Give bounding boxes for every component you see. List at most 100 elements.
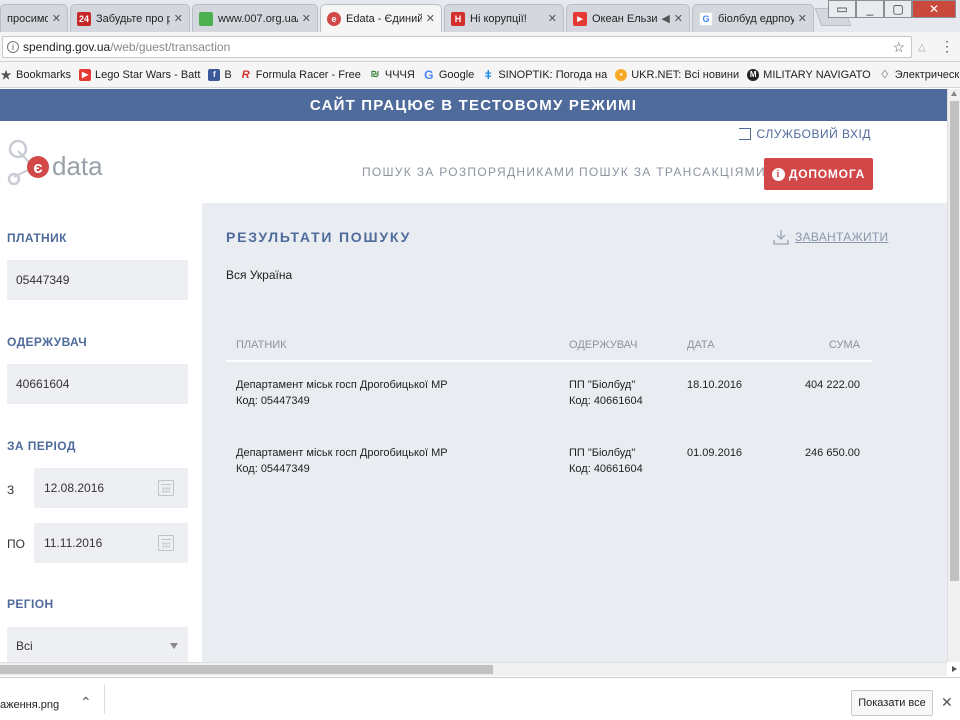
- recipient-code: Код: 40661604: [569, 463, 643, 475]
- thermometer-icon: ǂ: [484, 67, 492, 82]
- close-icon[interactable]: ✕: [548, 12, 557, 25]
- nav-search-by-managers[interactable]: ПОШУК ЗА РОЗПОРЯДНИКАМИ: [362, 165, 575, 179]
- bookmark-item[interactable]: ★ Bookmarks: [0, 68, 71, 82]
- vertical-scrollbar[interactable]: [947, 89, 960, 662]
- youtube-icon: ▶: [573, 11, 587, 26]
- horizontal-scrollbar[interactable]: [0, 662, 957, 676]
- tab-0[interactable]: просимо р ✕: [0, 4, 68, 32]
- from-date-value: 12.08.2016: [44, 481, 105, 495]
- extension-icon[interactable]: △: [918, 42, 926, 53]
- tab-3-active[interactable]: e Edata - Єдиний ве ✕: [320, 4, 442, 32]
- recipient-code: Код: 40661604: [569, 395, 643, 407]
- service-login-link[interactable]: СЛУЖБОВИЙ ВХІД: [738, 127, 871, 141]
- tab-1[interactable]: 24 Забудьте про різк ✕: [70, 4, 190, 32]
- menu-icon[interactable]: ⋮: [940, 38, 954, 55]
- calendar-icon[interactable]: [158, 535, 174, 551]
- main-content: ПЛАТНИК 05447349 ОДЕРЖУВАЧ 40661604 ЗА П…: [0, 203, 947, 662]
- site-icon: ₪: [370, 69, 380, 80]
- close-icon[interactable]: ✕: [52, 12, 61, 25]
- bookmark-label: Google: [438, 68, 475, 81]
- recipient-name: ПП "Біолбуд": [569, 379, 636, 391]
- close-icon[interactable]: ✕: [674, 12, 683, 25]
- bookmark-label: ЧЧЧЯ: [384, 68, 415, 81]
- user-icon[interactable]: ▭: [828, 0, 856, 18]
- youtube-icon: ▶: [79, 68, 92, 81]
- url-host: spending.gov.ua: [23, 40, 111, 54]
- window-close-icon[interactable]: ✕: [912, 0, 956, 18]
- scroll-thumb[interactable]: [950, 101, 959, 581]
- bookmark-item[interactable]: ▶ Lego Star Wars - Batt: [79, 68, 200, 81]
- filter-sidebar: ПЛАТНИК 05447349 ОДЕРЖУВАЧ 40661604 ЗА П…: [0, 203, 202, 662]
- sum-cell: 246 650.00: [804, 447, 860, 459]
- table-row[interactable]: Департамент міськ госп Дрогобицької МР К…: [226, 362, 872, 430]
- favicon-h-icon: H: [451, 11, 465, 26]
- close-icon[interactable]: ✕: [798, 12, 807, 25]
- bookmarks-bar: ★ Bookmarks ▶ Lego Star Wars - Batt fB R Fo…: [0, 62, 960, 88]
- downloaded-file[interactable]: аження.png: [0, 699, 59, 711]
- bookmark-item[interactable]: G Google: [423, 68, 475, 82]
- url-input[interactable]: i spending.gov.ua/web/guest/transaction …: [2, 36, 912, 58]
- tooth-icon: ♢: [879, 69, 890, 81]
- recipient-name: ПП "Біолбуд": [569, 447, 636, 459]
- scroll-up-icon[interactable]: [951, 91, 957, 96]
- show-all-button[interactable]: Показати все: [851, 690, 933, 716]
- info-icon: i: [771, 167, 785, 181]
- close-icon[interactable]: ✕: [174, 12, 183, 25]
- bookmark-item[interactable]: fB: [208, 68, 232, 81]
- from-date-input[interactable]: 12.08.2016: [34, 468, 188, 508]
- col-date[interactable]: ДАТА: [687, 339, 715, 351]
- close-icon[interactable]: ✕: [941, 694, 953, 711]
- bookmark-item[interactable]: R Formula Racer - Free: [240, 69, 361, 81]
- info-icon[interactable]: i: [7, 41, 19, 53]
- bookmark-label: Электрические: [894, 68, 960, 81]
- to-date-input[interactable]: 11.11.2016: [34, 523, 188, 563]
- payer-name: Департамент міськ госп Дрогобицької МР: [236, 447, 448, 459]
- nav-search-by-transactions[interactable]: ПОШУК ЗА ТРАНСАКЦІЯМИ: [579, 165, 766, 179]
- tab-5[interactable]: ▶ Океан Ельзи - Н ◀ ✕: [566, 4, 690, 32]
- bookmark-item[interactable]: ǂ SINOPTIK: Погода на: [482, 67, 608, 82]
- region-select[interactable]: Всі: [7, 627, 188, 662]
- bookmark-item[interactable]: • UKR.NET: Всі новини: [615, 68, 739, 81]
- help-label: ДОПОМОГА: [788, 167, 866, 181]
- bookmark-item[interactable]: ♢ Электрические: [879, 68, 960, 82]
- scroll-thumb[interactable]: [0, 665, 493, 674]
- game-icon: R: [241, 68, 250, 81]
- address-bar: i spending.gov.ua/web/guest/transaction …: [0, 32, 960, 62]
- logo-text: data: [52, 151, 103, 181]
- test-mode-banner: САЙТ ПРАЦЮЄ В ТЕСТОВОМУ РЕЖИМІ: [0, 89, 947, 121]
- sum-cell: 404 222.00: [804, 379, 860, 391]
- scroll-right-icon[interactable]: [952, 666, 957, 672]
- tab-title: Ні корупції!: [470, 12, 527, 25]
- download-link[interactable]: ЗАВАНТАЖИТИ: [773, 229, 888, 245]
- col-sum[interactable]: СУМА: [829, 339, 860, 351]
- help-button[interactable]: i ДОПОМОГА: [764, 158, 873, 190]
- col-payer[interactable]: ПЛАТНИК: [236, 339, 287, 351]
- bookmark-item[interactable]: M MILITARY NAVIGATO: [747, 68, 871, 81]
- payer-cell: Департамент міськ госп Дрогобицької МР К…: [236, 377, 448, 409]
- bookmark-label: MILITARY NAVIGATO: [763, 68, 871, 81]
- payer-input[interactable]: 05447349: [7, 260, 188, 300]
- close-icon[interactable]: ✕: [426, 12, 435, 25]
- table-row[interactable]: Департамент міськ госп Дрогобицької МР К…: [226, 430, 872, 498]
- calendar-icon[interactable]: [158, 480, 174, 496]
- payer-name: Департамент міськ госп Дрогобицької МР: [236, 379, 448, 391]
- favicon-grid-icon: [199, 11, 213, 26]
- tab-4[interactable]: H Ні корупції! ✕: [444, 4, 564, 32]
- download-label: ЗАВАНТАЖИТИ: [795, 230, 889, 244]
- web-page: САЙТ ПРАЦЮЄ В ТЕСТОВОМУ РЕЖИМІ є data СЛ…: [0, 89, 947, 662]
- bookmark-star-icon[interactable]: ☆: [892, 39, 905, 56]
- maximize-icon[interactable]: ▢: [884, 0, 912, 18]
- date-cell: 18.10.2016: [687, 379, 743, 391]
- table-header: ПЛАТНИК ОДЕРЖУВАЧ ДАТА СУМА: [226, 329, 872, 362]
- minimize-icon[interactable]: _: [856, 0, 884, 18]
- bookmark-item[interactable]: ₪ ЧЧЧЯ: [369, 68, 415, 81]
- to-date-value: 11.11.2016: [44, 536, 103, 550]
- close-icon[interactable]: ✕: [302, 12, 311, 25]
- tab-2[interactable]: www.007.org.ua/se ✕: [192, 4, 318, 32]
- bookmark-label: SINOPTIK: Погода на: [498, 68, 608, 81]
- recipient-input[interactable]: 40661604: [7, 364, 188, 404]
- tab-6[interactable]: G біолбуд едрпоу - Г ✕: [692, 4, 814, 32]
- chevron-up-icon[interactable]: ⌃: [80, 694, 92, 711]
- col-recipient[interactable]: ОДЕРЖУВАЧ: [569, 339, 637, 351]
- download-bar: аження.png ⌃ Показати все ✕: [0, 677, 960, 720]
